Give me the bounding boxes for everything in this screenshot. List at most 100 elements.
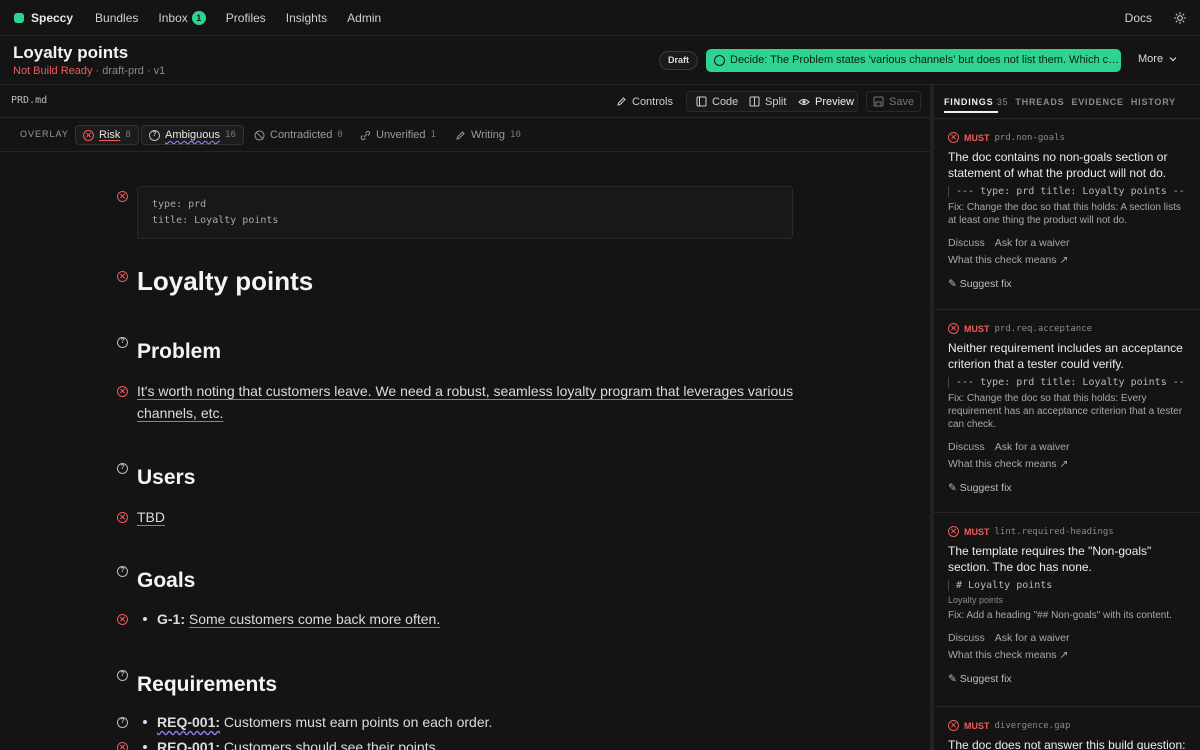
check-means-link[interactable]: What this check means ↗ — [948, 649, 1186, 661]
problem-heading: Problem — [137, 340, 222, 363]
nav-bundles[interactable]: Bundles — [95, 11, 138, 25]
chip-count: 8 — [125, 130, 131, 140]
ambiguous-marker-icon[interactable]: ? — [117, 337, 128, 348]
ambiguous-marker-icon[interactable]: ? — [117, 566, 128, 577]
problem-text: It's worth noting that customers leave. … — [137, 383, 794, 399]
requirement-text: Customers must earn points on each order… — [220, 714, 493, 730]
waiver-link[interactable]: Ask for a waiver — [995, 237, 1070, 249]
finding-quote: --- type: prd title: Loyalty points --- — [948, 377, 1186, 388]
risk-marker-icon[interactable] — [117, 512, 128, 523]
requirements-heading: Requirements — [137, 673, 278, 696]
doc-header: Loyalty points Not Build Ready · draft-p… — [0, 36, 1200, 85]
editor-toolbar: PRD.md Controls Code Split Preview Save — [0, 85, 930, 118]
theme-toggle-icon[interactable] — [1174, 11, 1186, 24]
nav-right: Docs — [1125, 11, 1186, 25]
findings-panel: FINDINGS 35 THREADS EVIDENCE HISTORY MUS… — [934, 85, 1200, 750]
check-means-link[interactable]: What this check means ↗ — [948, 254, 1186, 266]
suggest-fix-button[interactable]: ✎ Suggest fix — [948, 482, 1186, 494]
more-button[interactable]: More — [1138, 53, 1177, 65]
eye-icon — [798, 98, 810, 105]
finding-card[interactable]: MUST prd.req.acceptance Neither requirem… — [934, 309, 1200, 494]
controls-button[interactable]: Controls — [610, 91, 679, 112]
nav-inbox[interactable]: Inbox 1 — [158, 10, 206, 25]
severity-badge: MUST — [964, 526, 990, 537]
risk-marker-icon[interactable] — [117, 742, 128, 750]
overlay-unverified-chip[interactable]: Unverified 1 — [353, 125, 443, 145]
doc-meta: · draft-prd · v1 — [92, 65, 166, 77]
nav-admin[interactable]: Admin — [347, 11, 381, 25]
overlay-risk-chip[interactable]: Risk 8 — [75, 125, 139, 145]
risk-marker-icon[interactable] — [117, 614, 128, 625]
users-heading: Users — [137, 466, 196, 489]
code-label: Code — [712, 95, 739, 108]
wand-icon: ✎ — [948, 482, 957, 494]
finding-card[interactable]: MUST prd.non-goals The doc contains no n… — [934, 118, 1200, 290]
active-tab-indicator — [944, 111, 998, 113]
save-button[interactable]: Save — [866, 91, 922, 112]
finding-fix: Fix: Add a heading "## Non-goals" with i… — [948, 610, 1172, 621]
goal-id: G-1: — [157, 611, 185, 627]
means-label: What this check means — [948, 254, 1057, 266]
nav-profiles[interactable]: Profiles — [226, 11, 266, 25]
brand-logo-icon — [14, 12, 24, 23]
chevron-down-icon — [1169, 57, 1177, 62]
chip-count: 1 — [430, 130, 436, 140]
waiver-link[interactable]: Ask for a waiver — [995, 441, 1070, 453]
overlay-contradicted-chip[interactable]: Contradicted 0 — [247, 125, 350, 145]
chip-label: Ambiguous — [165, 129, 221, 141]
block-icon — [254, 130, 265, 140]
chip-label: Writing — [471, 129, 506, 141]
finding-actions: Discuss Ask for a waiver — [948, 441, 1186, 453]
risk-marker-icon[interactable] — [117, 386, 128, 397]
nav-insights[interactable]: Insights — [286, 11, 327, 25]
brand[interactable]: Speccy — [14, 11, 73, 25]
discuss-link[interactable]: Discuss — [948, 441, 985, 453]
risk-marker-icon[interactable] — [117, 271, 128, 282]
requirement-text: Customers should see their points. — [220, 739, 440, 750]
nav-label: Insights — [285, 10, 328, 25]
split-view-button[interactable]: Split — [743, 91, 792, 112]
tab-threads[interactable]: THREADS — [1015, 97, 1064, 107]
ambiguous-marker-icon[interactable]: ? — [117, 670, 128, 681]
pencil-icon — [456, 130, 465, 140]
chip-count: 16 — [225, 130, 236, 140]
inbox-count-badge: 1 — [191, 10, 206, 25]
finding-message: The doc contains no non-goals section or… — [948, 150, 1168, 180]
check-means-link[interactable]: What this check means ↗ — [948, 458, 1186, 470]
suggest-fix-button[interactable]: ✎ Suggest fix — [948, 278, 1186, 290]
tab-history[interactable]: HISTORY — [1131, 97, 1176, 107]
overlay-ambiguous-chip[interactable]: ? Ambiguous 16 — [141, 125, 244, 145]
must-icon — [948, 526, 959, 537]
overlay-writing-chip[interactable]: Writing 10 — [448, 125, 528, 145]
nav-label: Admin — [347, 10, 382, 25]
must-icon — [948, 323, 959, 334]
code-view-button[interactable]: Code — [690, 91, 744, 112]
split-icon — [749, 96, 760, 107]
suggest-fix-button[interactable]: ✎ Suggest fix — [948, 673, 1186, 685]
preview-view-button[interactable]: Preview — [792, 91, 860, 112]
risk-marker-icon[interactable] — [117, 191, 128, 202]
ambiguous-marker-icon[interactable]: ? — [117, 463, 128, 474]
decide-banner[interactable]: Decide: The Problem states 'various chan… — [706, 49, 1121, 72]
external-link-icon: ↗ — [1059, 458, 1069, 470]
tab-evidence[interactable]: EVIDENCE — [1071, 97, 1123, 107]
discuss-link[interactable]: Discuss — [948, 237, 985, 249]
finding-card[interactable]: MUST lint.required-headings The template… — [934, 512, 1200, 685]
tab-findings[interactable]: FINDINGS 35 — [944, 97, 1008, 107]
severity-badge: MUST — [964, 720, 990, 731]
finding-header: MUST prd.non-goals — [948, 131, 1186, 144]
suggest-label: Suggest fix — [959, 673, 1012, 685]
finding-message: The template requires the "Non-goals" se… — [948, 544, 1152, 574]
nav-docs[interactable]: Docs — [1125, 11, 1152, 25]
save-label: Save — [889, 95, 915, 108]
controls-label: Controls — [632, 95, 673, 108]
waiver-link[interactable]: Ask for a waiver — [995, 632, 1070, 644]
chip-count: 10 — [510, 130, 521, 140]
finding-header: MUST lint.required-headings — [948, 525, 1186, 538]
frontmatter-line: type: prd — [152, 199, 207, 210]
requirement-id: REQ-001: — [157, 714, 221, 730]
ambiguous-marker-icon[interactable]: ? — [117, 717, 128, 728]
discuss-link[interactable]: Discuss — [948, 632, 985, 644]
finding-card[interactable]: MUST divergence.gap The doc does not ans… — [934, 706, 1200, 750]
finding-quote: # Loyalty points — [948, 580, 1186, 591]
